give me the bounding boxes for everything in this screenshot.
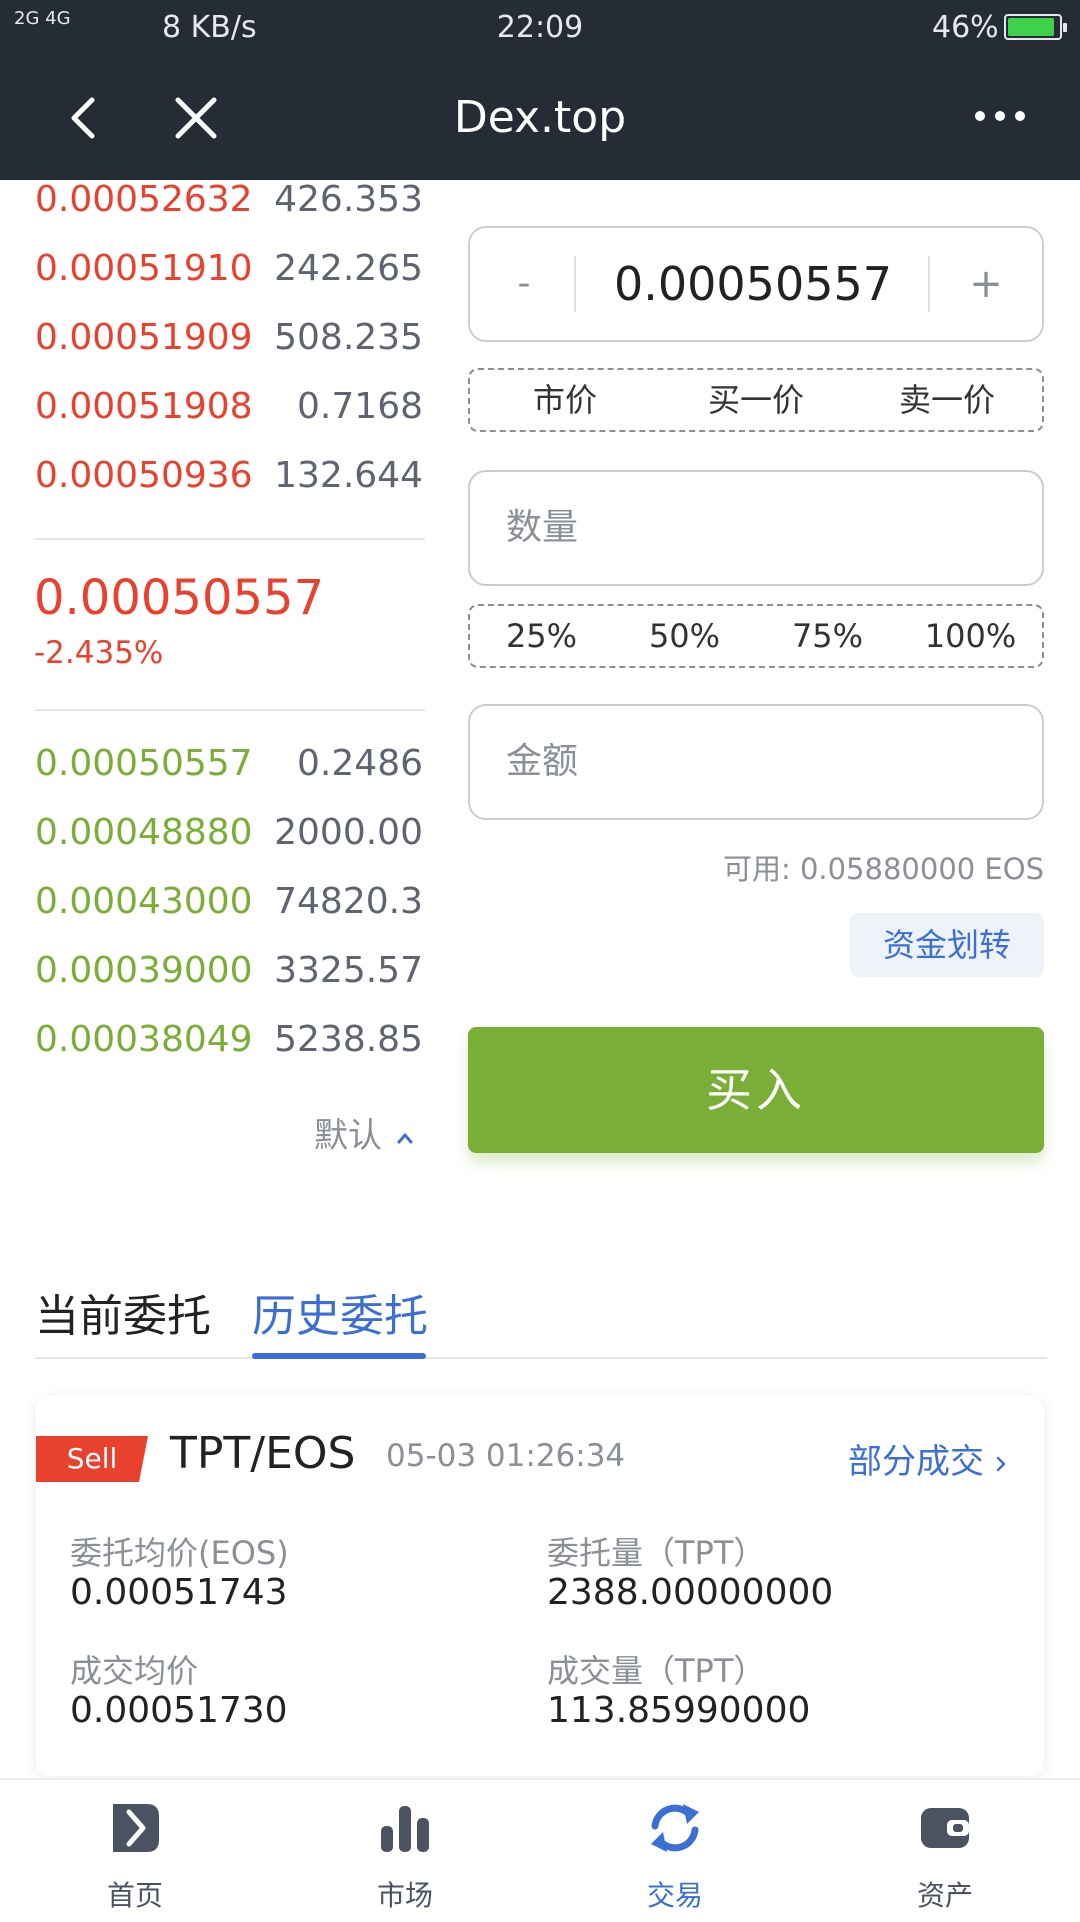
bid-qty: 74820.3 xyxy=(274,881,423,922)
ask-price: 0.00050936 xyxy=(35,455,253,496)
order-card[interactable]: Sell TPT/EOS 05-03 01:26:34 部分成交 委托均价(EO… xyxy=(36,1396,1044,1776)
nav-assets[interactable]: 资产 xyxy=(810,1780,1080,1922)
ask-price: 0.00051908 xyxy=(35,386,253,427)
exchange-arrows-icon xyxy=(651,1804,699,1852)
trading-pair: TPT/EOS xyxy=(170,1428,356,1479)
amount-input[interactable]: 金额 xyxy=(468,704,1044,820)
title-bar: Dex.top xyxy=(0,56,1080,180)
bid-qty: 0.2486 xyxy=(297,743,423,784)
nav-trade[interactable]: 交易 xyxy=(540,1780,810,1922)
sort-toggle[interactable]: 默认 xyxy=(314,1108,414,1157)
price-input[interactable]: 0.00050557 xyxy=(578,228,928,340)
battery-icon xyxy=(1004,14,1067,40)
bid-qty: 5238.85 xyxy=(274,1019,423,1060)
order-time: 05-03 01:26:34 xyxy=(386,1438,626,1474)
percent-75-option[interactable]: 75% xyxy=(756,606,899,666)
tab-order-history[interactable]: 历史委托 xyxy=(252,1280,428,1344)
quantity-input[interactable]: 数量 xyxy=(468,470,1044,586)
nav-home-label: 首页 xyxy=(106,1879,163,1912)
amount-placeholder: 金额 xyxy=(506,741,579,782)
bid-qty: 2000.00 xyxy=(274,812,423,853)
ask-qty: 426.353 xyxy=(274,179,423,220)
nav-market[interactable]: 市场 xyxy=(270,1780,540,1922)
home-logo-icon xyxy=(113,1804,159,1852)
bid-row[interactable]: 0.00043000 74820.3 xyxy=(35,881,425,941)
ask-price: 0.00051909 xyxy=(35,317,253,358)
ask-price: 0.00051910 xyxy=(35,248,253,289)
order-status: 部分成交 xyxy=(848,1442,984,1482)
bid-price: 0.00043000 xyxy=(35,881,253,922)
clock: 22:09 xyxy=(496,10,584,45)
chevron-right-icon xyxy=(996,1456,1006,1471)
wallet-icon xyxy=(921,1808,969,1848)
nav-market-label: 市场 xyxy=(376,1879,433,1912)
bid-row[interactable]: 0.00038049 5238.85 xyxy=(35,1019,425,1079)
price-stepper: - 0.00050557 + xyxy=(468,226,1044,342)
bid-qty: 3325.57 xyxy=(274,950,423,991)
page-title: Dex.top xyxy=(453,92,627,143)
avg-fill-price-value: 0.00051730 xyxy=(70,1690,288,1731)
sort-label: 默认 xyxy=(314,1116,382,1156)
tab-current-orders[interactable]: 当前委托 xyxy=(35,1280,211,1344)
ask-qty: 0.7168 xyxy=(297,386,423,427)
ask-row[interactable]: 0.00052632 426.353 xyxy=(35,179,425,239)
order-status-link[interactable]: 部分成交 xyxy=(848,1434,1008,1483)
percent-50-option[interactable]: 50% xyxy=(613,606,756,666)
avg-order-price-label: 委托均价(EOS) xyxy=(70,1534,289,1572)
avg-order-price-value: 0.00051743 xyxy=(70,1572,288,1613)
best-bid-option[interactable]: 买一价 xyxy=(660,370,852,430)
side-badge: Sell xyxy=(36,1436,148,1482)
ask-row[interactable]: 0.00051910 242.265 xyxy=(35,248,425,308)
quantity-placeholder: 数量 xyxy=(506,507,579,548)
bottom-nav: 首页 市场 交易 资产 xyxy=(0,1778,1080,1922)
bid-price: 0.00039000 xyxy=(35,950,253,991)
increase-price-button[interactable]: + xyxy=(930,228,1042,340)
order-qty-value: 2388.00000000 xyxy=(547,1572,834,1613)
ask-price: 0.00052632 xyxy=(35,179,253,220)
ask-qty: 242.265 xyxy=(274,248,423,289)
order-qty-label: 委托量（TPT） xyxy=(547,1534,766,1572)
bid-row[interactable]: 0.00039000 3325.57 xyxy=(35,950,425,1010)
bid-price: 0.00038049 xyxy=(35,1019,253,1060)
nav-home[interactable]: 首页 xyxy=(0,1780,270,1922)
market-price-option[interactable]: 市价 xyxy=(470,370,660,430)
percentage-options: 25% 50% 75% 100% xyxy=(468,604,1044,668)
percent-100-option[interactable]: 100% xyxy=(899,606,1042,666)
divider xyxy=(35,709,425,711)
status-bar: 2G 4G 8 KB/s 22:09 46% xyxy=(0,0,1080,56)
more-dots-icon[interactable] xyxy=(972,106,1028,126)
best-ask-option[interactable]: 卖一价 xyxy=(852,370,1042,430)
ask-row[interactable]: 0.00051909 508.235 xyxy=(35,317,425,377)
nav-trade-label: 交易 xyxy=(646,1879,703,1912)
quick-price-options: 市价 买一价 卖一价 xyxy=(468,368,1044,432)
price-change: -2.435% xyxy=(34,635,164,671)
last-price: 0.00050557 xyxy=(34,570,325,626)
bid-price: 0.00050557 xyxy=(35,743,253,784)
divider xyxy=(35,538,425,540)
ask-qty: 132.644 xyxy=(274,455,423,496)
ask-row[interactable]: 0.00050936 132.644 xyxy=(35,455,425,515)
active-tab-indicator xyxy=(252,1353,426,1359)
fill-qty-value: 113.85990000 xyxy=(547,1690,811,1731)
available-balance: 可用: 0.05880000 EOS xyxy=(722,852,1044,886)
bid-row[interactable]: 0.00050557 0.2486 xyxy=(35,743,425,803)
divider xyxy=(574,256,576,312)
bid-row[interactable]: 0.00048880 2000.00 xyxy=(35,812,425,872)
ask-row[interactable]: 0.00051908 0.7168 xyxy=(35,386,425,446)
ask-qty: 508.235 xyxy=(274,317,423,358)
bar-chart-icon xyxy=(381,1806,429,1852)
chevron-up-icon xyxy=(397,1133,413,1143)
buy-button[interactable]: 买入 xyxy=(468,1027,1044,1153)
avg-fill-price-label: 成交均价 xyxy=(70,1652,199,1690)
fund-transfer-button[interactable]: 资金划转 xyxy=(850,913,1044,977)
decrease-price-button[interactable]: - xyxy=(470,228,578,340)
bid-price: 0.00048880 xyxy=(35,812,253,853)
battery-percent: 46% xyxy=(932,10,999,45)
divider xyxy=(35,1357,1047,1359)
fill-qty-label: 成交量（TPT） xyxy=(547,1652,766,1690)
percent-25-option[interactable]: 25% xyxy=(470,606,613,666)
nav-assets-label: 资产 xyxy=(916,1879,973,1912)
